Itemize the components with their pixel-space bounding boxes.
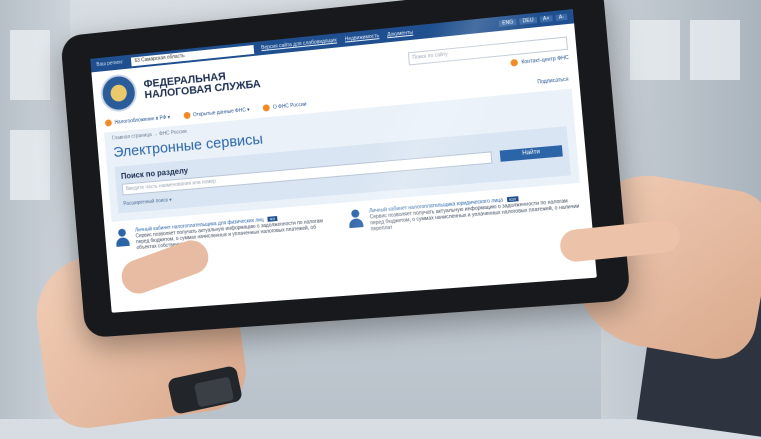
font-increase-button[interactable]: А+	[539, 15, 553, 23]
brand-title: ФЕДЕРАЛЬНАЯ НАЛОГОВАЯ СЛУЖБА	[143, 68, 261, 102]
background-window	[690, 20, 740, 80]
background-window	[630, 20, 680, 80]
tax-icon	[104, 119, 113, 127]
header-right: Поиск по сайту Контакт-центр ФНС	[407, 36, 569, 76]
open-data-icon	[183, 111, 191, 120]
background-window	[10, 30, 50, 100]
lang-deu-button[interactable]: DEU	[519, 16, 538, 25]
find-button[interactable]: Найти	[499, 145, 563, 162]
realty-link[interactable]: Недвижимость	[345, 33, 380, 42]
subnav-item-about[interactable]: О ФНС России	[262, 101, 307, 112]
contact-center-link[interactable]: Контакт-центр ФНС	[510, 54, 569, 67]
card-badge: ФЛ	[267, 216, 278, 222]
region-label: Ваш регион:	[96, 59, 124, 68]
card-badge: ЮЛ	[506, 196, 519, 203]
phone-icon	[510, 58, 519, 67]
fns-emblem-icon[interactable]	[99, 72, 139, 114]
background-window	[10, 130, 50, 200]
documents-link[interactable]: Документы	[387, 30, 413, 39]
person-icon	[114, 228, 131, 247]
subscribe-link[interactable]: Подписаться	[537, 76, 569, 85]
businessman-icon	[347, 209, 364, 228]
chevron-down-icon: ▾	[169, 197, 172, 204]
font-decrease-button[interactable]: А-	[555, 13, 568, 22]
info-icon	[262, 104, 271, 112]
lang-eng-button[interactable]: ENG	[498, 19, 517, 27]
